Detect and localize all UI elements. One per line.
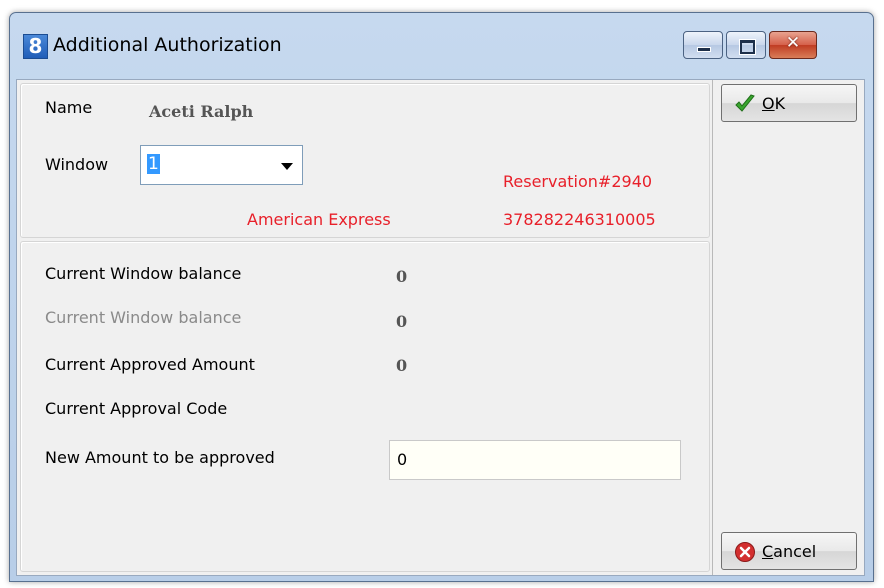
- ok-button[interactable]: OK: [721, 84, 857, 122]
- close-icon: ✕: [785, 33, 801, 53]
- dialog-client-area: Name Aceti Ralph Window 1 Reservation#29…: [16, 79, 865, 576]
- new-amount-label: New Amount to be approved: [45, 448, 275, 467]
- title-bar[interactable]: 8 Additional Authorization ✕: [10, 13, 873, 79]
- authorization-group: Current Window balance 0 Current Window …: [20, 241, 710, 572]
- maximize-button[interactable]: [726, 31, 766, 59]
- window-select-value: 1: [147, 154, 160, 174]
- cancel-button-label: Cancel: [762, 542, 817, 561]
- current-approved-amount-value: 0: [396, 356, 408, 375]
- current-window-balance-value-disabled: 0: [396, 312, 408, 331]
- guest-info-group: Name Aceti Ralph Window 1 Reservation#29…: [20, 83, 710, 238]
- current-window-balance-value: 0: [396, 267, 408, 286]
- close-button[interactable]: ✕: [769, 31, 817, 59]
- ok-button-label: OK: [762, 94, 786, 113]
- chevron-down-icon[interactable]: [281, 163, 293, 170]
- form-panel: Name Aceti Ralph Window 1 Reservation#29…: [17, 80, 712, 575]
- cancel-button[interactable]: Cancel: [721, 532, 857, 570]
- current-approval-code-label: Current Approval Code: [45, 399, 228, 418]
- button-panel: OK Cancel: [712, 80, 864, 575]
- guest-name: Aceti Ralph: [149, 102, 254, 121]
- cancel-icon: [735, 542, 755, 562]
- current-window-balance-label-disabled: Current Window balance: [45, 308, 242, 327]
- window-title: Additional Authorization: [53, 34, 282, 56]
- card-number: 378282246310005: [503, 210, 656, 229]
- window-select[interactable]: 1: [140, 145, 303, 185]
- dialog-window: 8 Additional Authorization ✕ Name Aceti …: [9, 12, 874, 582]
- minimize-button[interactable]: [683, 31, 723, 59]
- checkmark-icon: [735, 94, 755, 112]
- reservation-number: Reservation#2940: [503, 172, 653, 191]
- card-type: American Express: [247, 210, 391, 229]
- maximize-icon: [740, 40, 755, 54]
- current-approved-amount-label: Current Approved Amount: [45, 355, 255, 374]
- current-window-balance-label: Current Window balance: [45, 264, 242, 283]
- new-amount-value: 0: [397, 450, 408, 469]
- name-label: Name: [45, 98, 93, 117]
- minimize-icon: [697, 47, 711, 52]
- window-label: Window: [45, 155, 109, 174]
- app-logo-icon: 8: [23, 34, 48, 59]
- new-amount-input[interactable]: 0: [389, 440, 681, 480]
